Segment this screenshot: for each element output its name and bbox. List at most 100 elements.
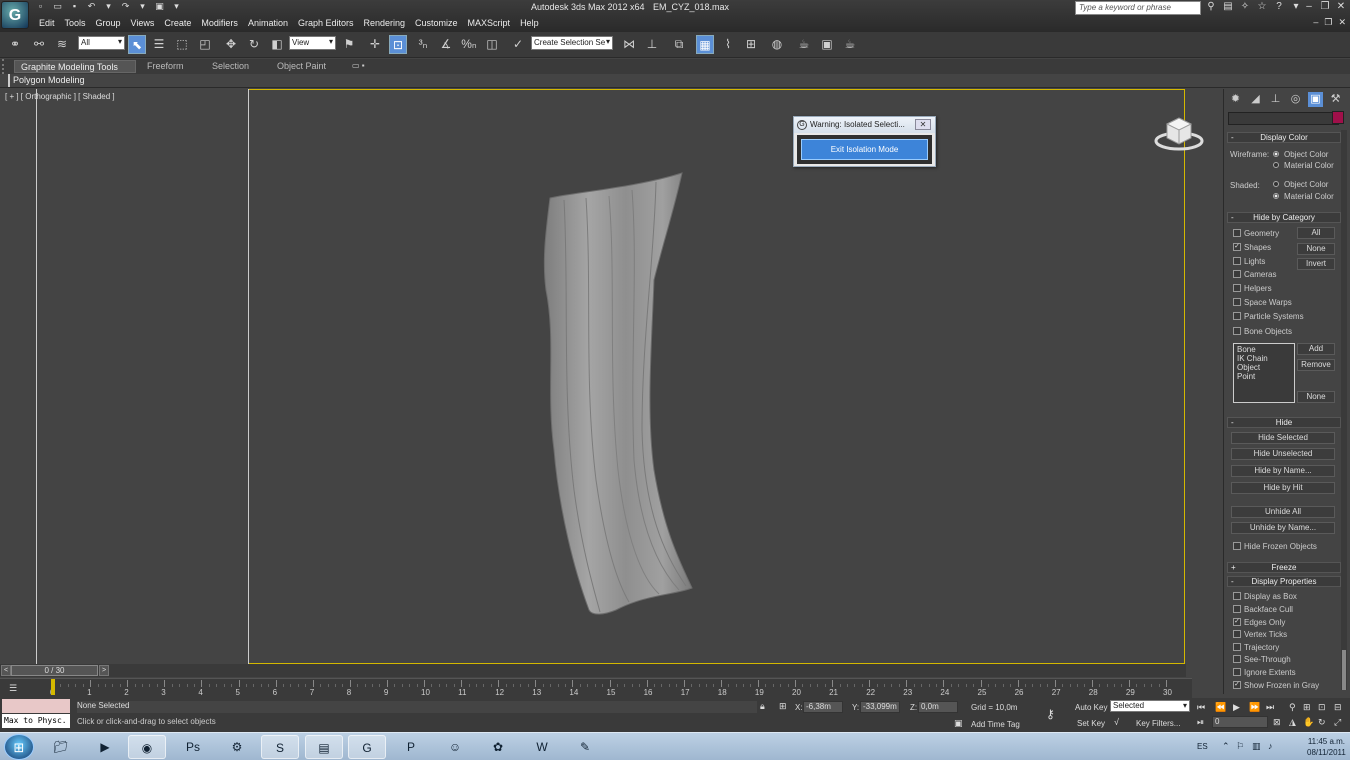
time-slider-next-button[interactable]: > (99, 665, 109, 676)
object-name-field[interactable] (1228, 112, 1339, 125)
category-helpers-checkbox[interactable] (1233, 284, 1241, 292)
menu-views[interactable]: Views (126, 17, 160, 31)
maxscript-listener-input[interactable]: Max to Physc. (2, 714, 70, 728)
display-prop-backface-cull-checkbox[interactable] (1233, 605, 1241, 613)
rotate-icon[interactable]: ↻ (245, 35, 263, 54)
time-slider[interactable]: < 0 / 30 > (0, 664, 1186, 677)
category-cameras-checkbox[interactable] (1233, 270, 1241, 278)
start-button[interactable]: ⊞ (4, 734, 34, 760)
y-coord-field[interactable]: -33,099m (860, 701, 900, 713)
category-add-button[interactable]: Add (1297, 343, 1335, 355)
favorites-icon[interactable]: ☆ (1256, 1, 1268, 13)
hide-unselected-button[interactable]: Hide Unselected (1231, 448, 1335, 460)
viewport-label[interactable]: [ + ] [ Orthographic ] [ Shaded ] (5, 92, 115, 101)
redo-icon[interactable]: ↷ (119, 1, 132, 12)
binoculars-icon[interactable]: ⚲ (1205, 1, 1217, 13)
next-frame-icon[interactable]: ⏩ (1249, 702, 1260, 713)
shaded-material-color-radio[interactable] (1273, 193, 1279, 199)
select-object-icon[interactable]: ⬉ (128, 35, 146, 54)
search-input[interactable]: Type a keyword or phrase (1075, 1, 1201, 15)
key-mode-icon[interactable]: √ (1114, 717, 1119, 727)
zoom-extents-all-icon[interactable]: ⊟ (1334, 702, 1342, 713)
set-key-button[interactable]: Set Key (1077, 719, 1105, 728)
tray-volume-icon[interactable]: ♪ (1268, 741, 1273, 751)
doc-restore-icon[interactable]: ❐ (1324, 17, 1332, 28)
exit-isolation-mode-button[interactable]: Exit Isolation Mode (801, 139, 928, 160)
undo-icon[interactable]: ↶ (85, 1, 98, 12)
menu-group[interactable]: Group (91, 17, 126, 31)
layer-manager-icon[interactable]: ⧉ (670, 35, 688, 54)
menu-tools[interactable]: Tools (60, 17, 91, 31)
communication-icon[interactable]: ✧ (1239, 1, 1251, 13)
taskbar-3dsmax-icon[interactable]: G (348, 735, 386, 759)
menu-rendering[interactable]: Rendering (359, 17, 411, 31)
hide-by-name-button[interactable]: Hide by Name... (1231, 465, 1335, 477)
category-all-button[interactable]: All (1297, 227, 1335, 239)
mini-curve-editor-icon[interactable]: ☰ (9, 683, 21, 693)
auto-key-button[interactable]: Auto Key (1075, 703, 1107, 712)
ribbon-grip[interactable] (2, 59, 8, 74)
dialog-title[interactable]: Warning: Isolated Selecti... (794, 117, 935, 133)
rollout-hide[interactable]: - Hide (1227, 417, 1341, 428)
category-space-warps-checkbox[interactable] (1233, 298, 1241, 306)
taskbar-media-player-icon[interactable]: ▶ (86, 735, 124, 759)
shaded-object-color-radio[interactable] (1273, 181, 1279, 187)
open-file-icon[interactable]: ▭ (51, 1, 64, 12)
dialog-close-button[interactable]: ✕ (915, 119, 931, 130)
curtain-mesh[interactable] (534, 170, 704, 620)
quick-access-dropdown-icon[interactable]: ▾ (170, 1, 183, 12)
manipulate-icon[interactable]: ✛ (366, 35, 384, 54)
snaps-toggle-icon[interactable]: ³ₙ (414, 35, 432, 54)
render-production-icon[interactable]: ☕ (841, 35, 859, 54)
tray-language[interactable]: ES (1197, 742, 1208, 751)
menu-graph-editors[interactable]: Graph Editors (293, 17, 359, 31)
menu-help[interactable]: Help (515, 17, 544, 31)
current-frame-field[interactable]: 0 (1212, 716, 1268, 728)
key-mode-toggle-icon[interactable]: ⏯ (1197, 717, 1204, 728)
hierarchy-tab-icon[interactable]: ⊥ (1268, 92, 1283, 107)
taskbar-paint-icon[interactable]: ✎ (566, 735, 604, 759)
display-prop-ignore-extents-checkbox[interactable] (1233, 668, 1241, 676)
tray-expand-icon[interactable]: ⌃ (1222, 741, 1230, 752)
orbit-icon[interactable]: ↻ (1318, 717, 1326, 728)
rollout-display-properties[interactable]: - Display Properties (1227, 576, 1341, 587)
tray-flag-icon[interactable]: ⚐ (1236, 741, 1244, 752)
set-key-icon[interactable]: ⚷ (1046, 707, 1055, 721)
category-geometry-checkbox[interactable] (1233, 229, 1241, 237)
hide-selected-button[interactable]: Hide Selected (1231, 432, 1335, 444)
select-and-link-icon[interactable]: ⚭ (6, 35, 24, 54)
selection-lock-icon[interactable]: 🔒︎ (760, 701, 765, 712)
zoom-extents-icon[interactable]: ⊡ (1318, 702, 1326, 713)
new-file-icon[interactable]: ▫ (34, 1, 47, 12)
menu-create[interactable]: Create (159, 17, 196, 31)
mirror-icon[interactable]: ⋈ (620, 35, 638, 54)
z-coord-field[interactable]: 0,0m (918, 701, 958, 713)
tab-graphite-modeling-tools[interactable]: Graphite Modeling Tools (14, 60, 136, 73)
schematic-view-icon[interactable]: ⊞ (742, 35, 760, 54)
display-prop-see-through-checkbox[interactable] (1233, 655, 1241, 663)
percent-snap-icon[interactable]: %ₙ (460, 35, 478, 54)
category-particle-systems-checkbox[interactable] (1233, 312, 1241, 320)
add-time-tag-button[interactable]: Add Time Tag (971, 720, 1020, 729)
bind-space-warp-icon[interactable]: ≋ (53, 35, 71, 54)
display-prop-vertex-ticks-checkbox[interactable] (1233, 630, 1241, 638)
taskbar-firefox-icon[interactable]: ◉ (128, 735, 166, 759)
object-color-swatch[interactable] (1332, 111, 1344, 124)
motion-tab-icon[interactable]: ◎ (1288, 92, 1303, 107)
named-selection-set-dropdown[interactable]: Create Selection Se (531, 36, 613, 50)
menu-modifiers[interactable]: Modifiers (196, 17, 243, 31)
pivot-center-icon[interactable]: ⚑ (340, 35, 358, 54)
subscription-icon[interactable]: ▤ (1222, 1, 1234, 13)
x-coord-field[interactable]: -6,38m (803, 701, 843, 713)
align-icon[interactable]: ⊥ (643, 35, 661, 54)
unlink-selection-icon[interactable]: ⚯ (30, 35, 48, 54)
command-panel-scrollbar[interactable] (1341, 130, 1347, 690)
rollout-freeze[interactable]: + Freeze (1227, 562, 1341, 573)
previous-frame-icon[interactable]: ⏪ (1215, 702, 1226, 713)
viewport-main[interactable] (249, 89, 1204, 664)
list-item[interactable]: IK Chain Object (1237, 354, 1291, 372)
taskbar-winrar-icon[interactable]: ▤ (305, 735, 343, 759)
menu-animation[interactable]: Animation (243, 17, 293, 31)
doc-minimize-icon[interactable]: – (1313, 17, 1318, 28)
spinner-snap-icon[interactable]: ◫ (483, 35, 501, 54)
